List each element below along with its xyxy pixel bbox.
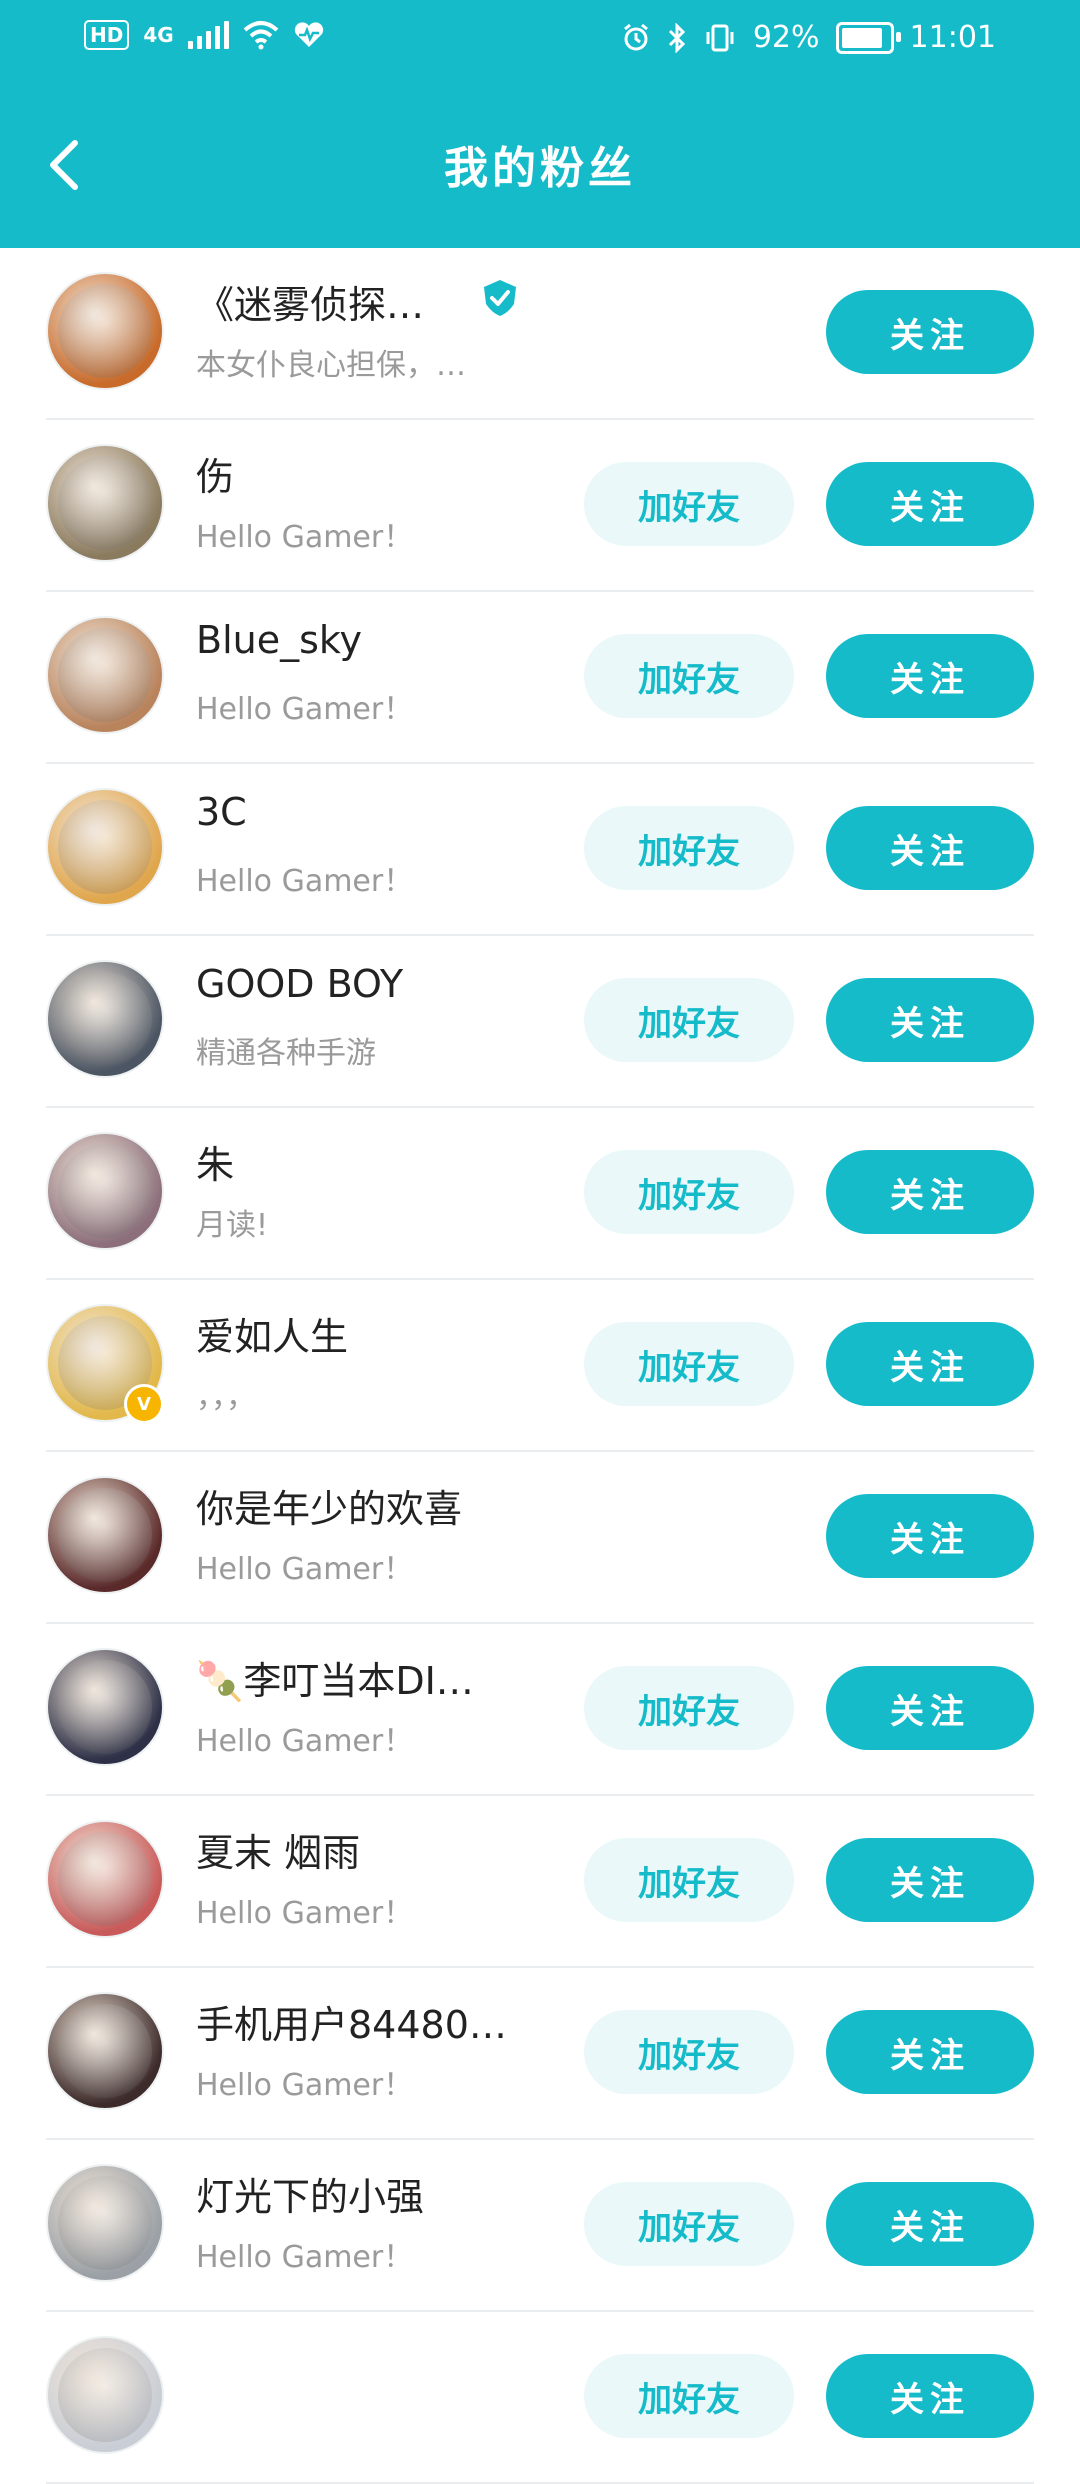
vibrate-icon [706,24,734,51]
follower-row[interactable]: 《迷雾侦探… 本女仆良心担保，… 关注 [46,248,1034,420]
follower-row[interactable]: V 爱如人生 ，，， 加好友 关注 [46,1280,1034,1452]
avatar[interactable] [46,1476,164,1594]
avatar[interactable] [46,272,164,390]
follow-button[interactable]: 关注 [826,634,1034,718]
add-friend-button[interactable]: 加好友 [584,1150,794,1234]
follower-bio: ，，， [196,1380,256,1415]
follower-bio: Hello Gamer！ [196,1896,414,1931]
add-friend-button[interactable]: 加好友 [584,1322,794,1406]
follower-name: 夏末 烟雨 [196,1831,361,1875]
add-friend-button[interactable]: 加好友 [584,2354,794,2438]
follower-name: 伤 [196,455,235,499]
signal-icon [187,21,229,49]
follower-list: 《迷雾侦探… 本女仆良心担保，… 关注伤 Hello Gamer！ 加好友 关注 Blue_… [0,248,1080,2484]
follower-row[interactable]: 灯光下的小强 Hello Gamer！ 加好友 关注 [46,2140,1034,2312]
heart-rate-icon [294,22,323,47]
follow-button[interactable]: 关注 [826,1322,1034,1406]
network-type: 4G [143,23,174,47]
add-friend-button[interactable]: 加好友 [584,978,794,1062]
follower-bio: 月读! [196,1208,269,1243]
add-friend-button[interactable]: 加好友 [584,462,794,546]
follow-button[interactable]: 关注 [826,1838,1034,1922]
battery-icon [835,21,901,54]
status-left: HD 4G [84,20,325,50]
app-header: HD 4G 92% 11:01 我的粉丝 [0,0,1080,248]
status-bar: HD 4G 92% 11:01 [0,0,1080,82]
add-friend-button[interactable]: 加好友 [584,2010,794,2094]
follower-row[interactable]: 3C Hello Gamer！ 加好友 关注 [46,764,1034,936]
follow-button[interactable]: 关注 [826,2182,1034,2266]
follower-bio: 精通各种手游 [196,1036,376,1071]
follower-row[interactable]: GOOD BOY 精通各种手游 加好友 关注 [46,936,1034,1108]
avatar[interactable] [46,444,164,562]
follower-row[interactable]: 伤 Hello Gamer！ 加好友 关注 [46,420,1034,592]
avatar[interactable] [46,2336,164,2454]
follower-row[interactable]: 夏末 烟雨 Hello Gamer！ 加好友 关注 [46,1796,1034,1968]
follower-bio: Hello Gamer！ [196,1552,414,1587]
battery-percent: 92% [752,20,820,55]
page-title: 我的粉丝 [444,143,636,194]
follower-bio: Hello Gamer！ [196,1724,414,1759]
add-friend-button[interactable]: 加好友 [584,2182,794,2266]
follow-button[interactable]: 关注 [826,806,1034,890]
add-friend-button[interactable]: 加好友 [584,634,794,718]
follower-row[interactable]: Blue_sky Hello Gamer！ 加好友 关注 [46,592,1034,764]
follower-row[interactable]: 加好友 关注 [46,2312,1034,2484]
follower-row[interactable]: 你是年少的欢喜 Hello Gamer！ 关注 [46,1452,1034,1624]
follow-button[interactable]: 关注 [826,1494,1034,1578]
add-friend-button[interactable]: 加好友 [584,1666,794,1750]
follower-row[interactable]: 朱月读! 加好友 关注 [46,1108,1034,1280]
follow-button[interactable]: 关注 [826,2354,1034,2438]
follow-button[interactable]: 关注 [826,2010,1034,2094]
follower-bio: Hello Gamer！ [196,2240,414,2275]
wifi-icon [243,21,279,50]
avatar[interactable] [46,960,164,1078]
follower-bio: Hello Gamer！ [196,692,414,727]
avatar[interactable] [46,1648,164,1766]
avatar[interactable] [46,1132,164,1250]
clock: 11:01 [909,20,996,55]
follower-bio: Hello Gamer！ [196,864,414,899]
add-friend-button[interactable]: 加好友 [584,806,794,890]
follow-button[interactable]: 关注 [826,1666,1034,1750]
vip-v-icon: V [124,1384,164,1424]
avatar[interactable] [46,616,164,734]
follower-name: 🍡李叮当本DI… [196,1659,474,1703]
add-friend-button[interactable]: 加好友 [584,1838,794,1922]
avatar[interactable] [46,1992,164,2110]
follower-name: 你是年少的欢喜 [196,1487,463,1531]
follower-name: Blue_sky [196,618,363,662]
follow-button[interactable]: 关注 [826,1150,1034,1234]
follower-row[interactable]: 🍡李叮当本DI… Hello Gamer！ 加好友 关注 [46,1624,1034,1796]
follower-name: 手机用户84480743 [196,2003,516,2047]
avatar[interactable] [46,788,164,906]
hd-badge: HD [84,20,130,50]
follower-bio: Hello Gamer！ [196,2068,414,2103]
alarm-icon [623,23,648,50]
avatar[interactable] [46,2164,164,2282]
follower-name: 朱 [196,1143,235,1187]
follower-name: 灯光下的小强 [196,2175,425,2219]
avatar[interactable] [46,1820,164,1938]
verified-shield-icon [484,280,516,316]
follower-name: 3C [196,790,247,834]
status-right: 92% 11:01 [621,20,996,55]
follower-name: 《迷雾侦探… [196,283,425,327]
follow-button[interactable]: 关注 [826,462,1034,546]
follower-name: GOOD BOY [196,962,404,1006]
bluetooth-icon [668,22,685,53]
follow-button[interactable]: 关注 [826,978,1034,1062]
follower-row[interactable]: 手机用户84480743 Hello Gamer！ 加好友 关注 [46,1968,1034,2140]
follow-button[interactable]: 关注 [826,290,1034,374]
follower-name: 爱如人生 [196,1315,349,1359]
follower-bio: Hello Gamer！ [196,520,414,555]
follower-bio: 本女仆良心担保，… [196,348,466,383]
